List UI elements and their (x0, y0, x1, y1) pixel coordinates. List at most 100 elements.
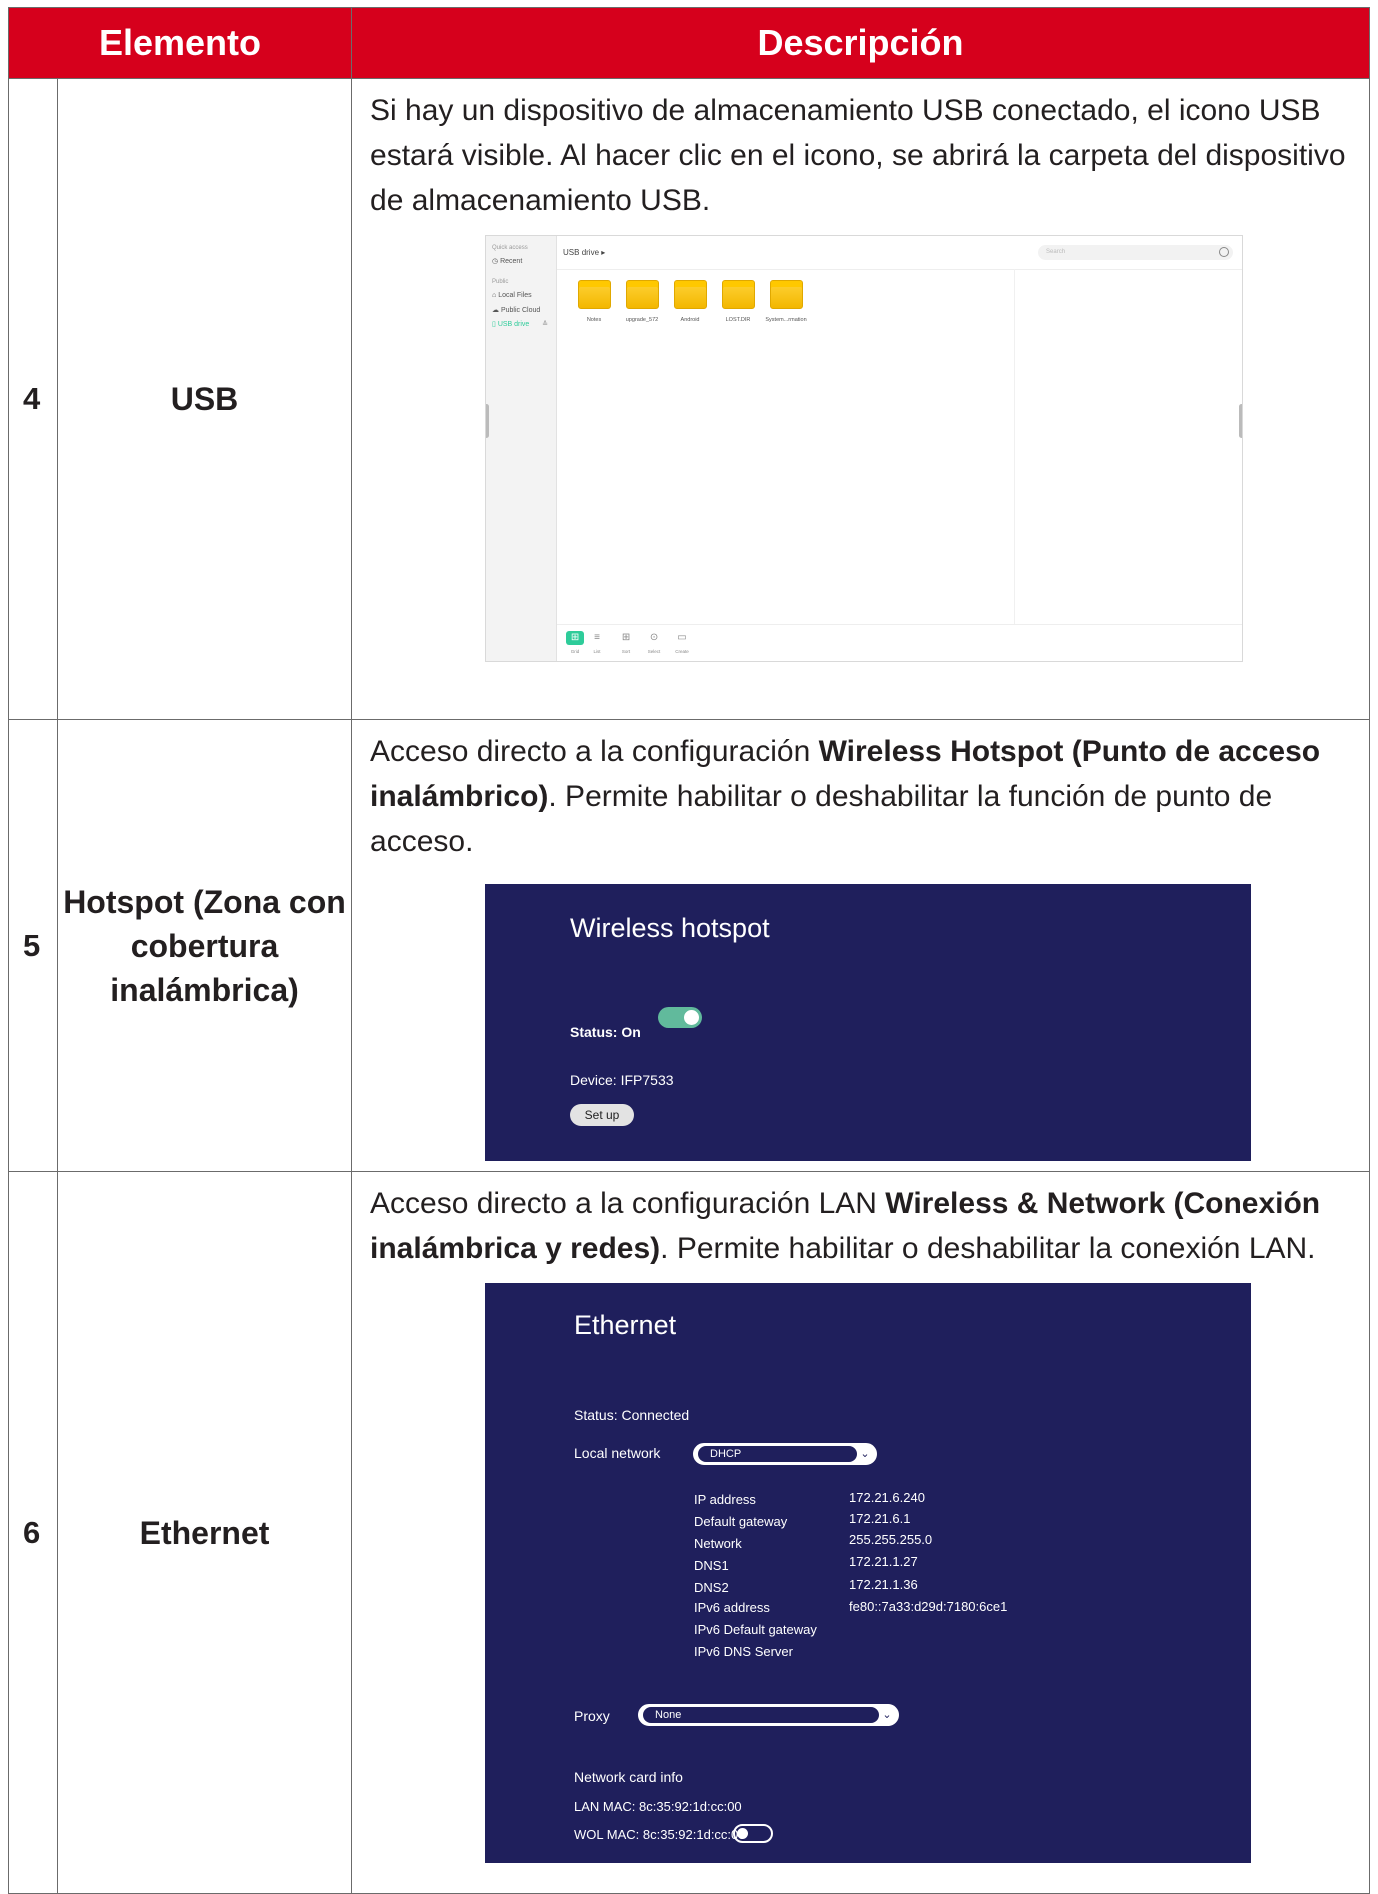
sort-icon: ⊞ (621, 632, 631, 643)
description-text: Si hay un dispositivo de almacenamiento … (370, 94, 1346, 217)
cloud-icon: ☁ (492, 307, 501, 314)
folder-item[interactable]: Android (666, 280, 714, 325)
folder-icon (625, 280, 659, 309)
local-network-label: Local network (574, 1445, 661, 1461)
list-icon: ≡ (594, 632, 600, 643)
lan-mac: LAN MAC: 8c:35:92:1d:cc:00 (574, 1799, 742, 1814)
ip-value: 172.21.1.36 (849, 1577, 918, 1592)
ip-label: IPv6 Default gateway (694, 1622, 817, 1637)
hotspot-title: Wireless hotspot (570, 913, 770, 943)
grid-button[interactable]: ⊞ Grid (565, 631, 585, 656)
row-number: 5 (8, 719, 58, 1172)
wireless-hotspot-screenshot: Wireless hotspot Status: On Device: IFP7… (485, 884, 1252, 1161)
hotspot-toggle[interactable] (658, 1007, 703, 1028)
right-edge-handle[interactable] (1239, 404, 1243, 438)
proxy-select[interactable]: None ⌄ (638, 1704, 900, 1726)
table-row: 4 USB Si hay un dispositivo de almacenam… (8, 78, 1370, 720)
folder-icon (577, 280, 611, 309)
ethernet-screenshot: Ethernet Status: Connected Local network… (485, 1283, 1252, 1863)
row-description: Si hay un dispositivo de almacenamiento … (351, 78, 1370, 720)
spec-table: Elemento Descripción 4 USB Si hay un dis… (7, 7, 1370, 1894)
folder-label: LOST.DIR (725, 317, 751, 323)
folder-item[interactable]: System...rmation (762, 280, 810, 325)
grid-icon: ⊞ (566, 631, 585, 645)
file-manager-sidebar: Quick access ◷ Recent Public ⌂ Local Fil… (486, 236, 558, 661)
divider (1014, 269, 1016, 624)
header-description: Descripción (351, 7, 1370, 79)
sidebar-item-recent[interactable]: ◷ Recent (492, 257, 552, 266)
breadcrumb[interactable]: USB drive ▸ (563, 248, 605, 257)
table-row: 5 Hotspot (Zona con cobertura inalámbric… (8, 719, 1370, 1172)
header-element: Elemento (7, 7, 353, 79)
wol-mac: WOL MAC: 8c:35:92:1d:cc:00 (574, 1827, 746, 1842)
search-icon[interactable] (1219, 247, 1230, 257)
row-element: USB (56, 78, 353, 720)
folder-label: System...rmation (765, 317, 807, 323)
folder-label: Android (680, 317, 700, 323)
folder-item[interactable]: upgrade_572 (618, 280, 666, 325)
hotspot-status: Status: On (570, 1024, 641, 1040)
description-text: Acceso directo a la configuración Wirele… (370, 735, 1321, 858)
search-placeholder: Search (1046, 249, 1066, 255)
row-element: Ethernet (56, 1171, 353, 1894)
ip-label: IP address (694, 1492, 756, 1507)
chevron-down-icon: ⌄ (857, 1446, 874, 1462)
toggle-knob (684, 1010, 700, 1025)
ip-value: 255.255.255.0 (849, 1532, 933, 1547)
ip-label: DNS1 (694, 1558, 729, 1573)
table-row: 6 Ethernet Acceso directo a la configura… (8, 1171, 1370, 1894)
row-number: 6 (8, 1171, 58, 1894)
select-button[interactable]: ⊙ Select (644, 631, 664, 656)
description-text: Acceso directo a la configuración LAN Wi… (370, 1187, 1321, 1265)
row-description: Acceso directo a la configuración Wirele… (351, 719, 1370, 1172)
usb-file-manager-screenshot: Quick access ◷ Recent Public ⌂ Local Fil… (485, 235, 1244, 662)
ip-label: Default gateway (694, 1514, 788, 1529)
divider (557, 269, 1243, 270)
check-circle-icon: ⊙ (649, 632, 659, 643)
sidebar-item-public-cloud[interactable]: ☁ Public Cloud (492, 306, 552, 315)
new-folder-icon: ▭ (677, 632, 687, 643)
ip-value: 172.21.6.1 (849, 1511, 911, 1526)
table-header-row: Elemento Descripción (7, 7, 1370, 79)
search-input[interactable]: Search (1038, 245, 1234, 260)
toggle-knob (737, 1828, 749, 1839)
list-button[interactable]: ≡ List (587, 631, 607, 656)
local-network-value: DHCP (698, 1446, 858, 1462)
row-number: 4 (8, 78, 58, 720)
row-element: Hotspot (Zona con cobertura inalámbrica) (56, 719, 353, 1172)
ip-label: DNS2 (694, 1580, 729, 1595)
sidebar-item-local-files[interactable]: ⌂ Local Files (492, 291, 552, 300)
ip-label: IPv6 DNS Server (694, 1644, 793, 1659)
folder-label: upgrade_572 (625, 317, 659, 323)
hotspot-device: Device: IFP7533 (570, 1072, 674, 1088)
folder-icon (769, 280, 803, 309)
file-manager-toolbar: ⊞ Grid ≡ List ⊞ Sort ⊙ Select ▭ Create (557, 624, 1243, 661)
folder-label: Notes (586, 317, 602, 323)
row-description: Acceso directo a la configuración LAN Wi… (351, 1171, 1370, 1894)
ip-label: Network (694, 1536, 742, 1551)
folder-icon (721, 280, 755, 309)
folder-icon (673, 280, 707, 309)
sidebar-item-usb-drive[interactable]: ▯ USB drive ≙ (492, 320, 552, 329)
network-card-info-label: Network card info (574, 1769, 683, 1785)
ip-value: 172.21.6.240 (849, 1490, 925, 1505)
folder-item[interactable]: Notes (570, 280, 618, 325)
folder-grid: Notes upgrade_572 Android LOST.DIR Syste… (570, 280, 810, 325)
left-edge-handle[interactable] (486, 404, 490, 438)
sort-button[interactable]: ⊞ Sort (616, 631, 636, 656)
quick-access-label: Quick access (492, 245, 528, 251)
clock-icon: ◷ (492, 258, 501, 265)
public-label: Public (492, 279, 509, 285)
ip-value: 172.21.1.27 (849, 1554, 918, 1569)
ip-value: fe80::7a33:d29d:7180:6ce1 (849, 1599, 1008, 1614)
wol-toggle[interactable] (733, 1824, 774, 1843)
ethernet-title: Ethernet (574, 1310, 677, 1340)
ethernet-status: Status: Connected (574, 1407, 690, 1423)
eject-icon[interactable]: ≙ (542, 320, 548, 329)
ip-label: IPv6 address (694, 1600, 770, 1615)
local-network-select[interactable]: DHCP ⌄ (693, 1443, 878, 1465)
proxy-value: None (643, 1707, 880, 1723)
setup-button[interactable]: Set up (570, 1104, 635, 1126)
folder-item[interactable]: LOST.DIR (714, 280, 762, 325)
create-button[interactable]: ▭ Create (672, 631, 692, 656)
